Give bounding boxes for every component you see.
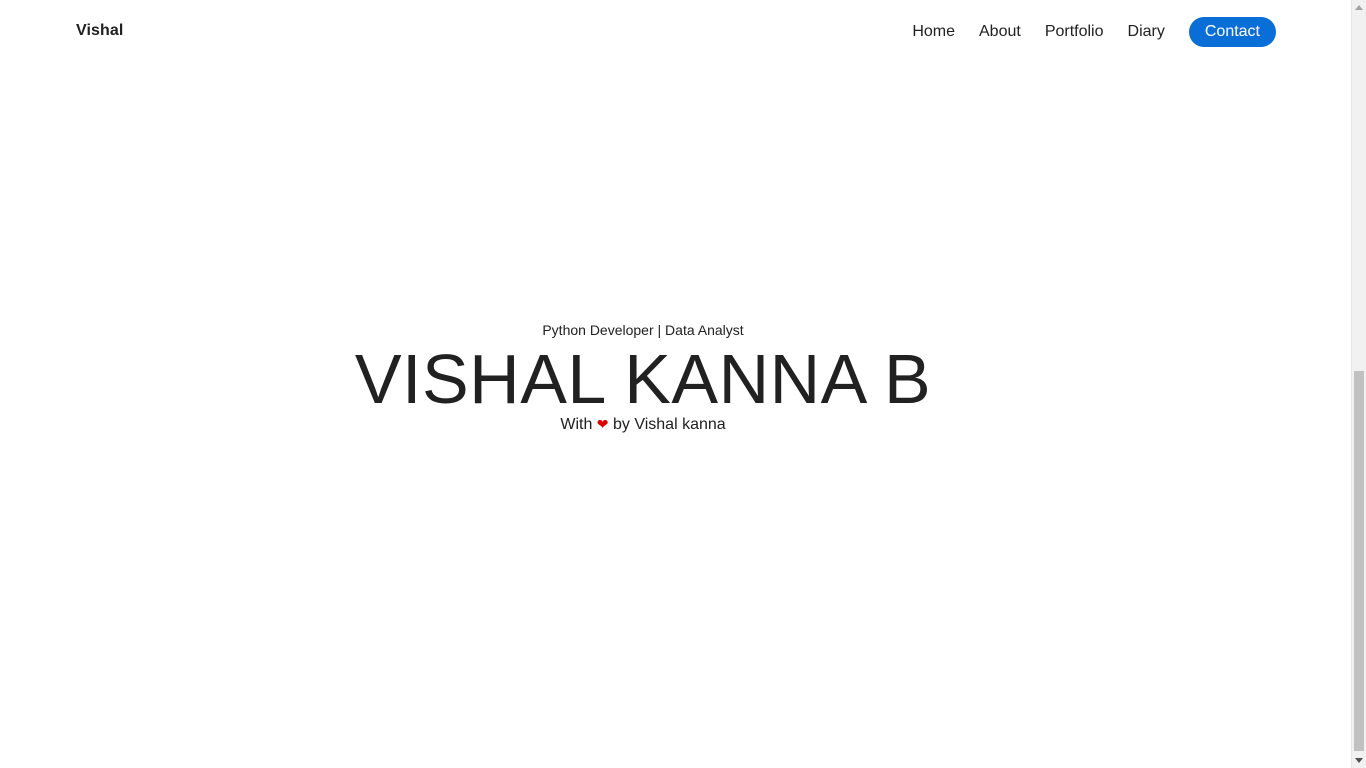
nav-links: Home About Portfolio Diary Contact	[912, 17, 1276, 47]
nav-link-portfolio[interactable]: Portfolio	[1045, 17, 1104, 47]
contact-button[interactable]: Contact	[1188, 17, 1276, 47]
nav-link-about[interactable]: About	[979, 17, 1021, 47]
scroll-down-arrow-icon[interactable]	[1355, 758, 1363, 763]
heart-icon: ❤	[596, 416, 609, 432]
hero-name-heading: VISHAL KANNA B	[354, 340, 932, 418]
vertical-scrollbar[interactable]	[1351, 0, 1366, 768]
nav-link-diary[interactable]: Diary	[1128, 17, 1165, 47]
hero-credit: With ❤ by Vishal kanna	[0, 413, 1286, 436]
navbar: Vishal Home About Portfolio Diary Contac…	[0, 0, 1351, 64]
scroll-up-arrow-icon[interactable]	[1355, 5, 1363, 10]
credit-prefix: With	[560, 416, 593, 433]
hero-section: Python Developer | Data Analyst VISHAL K…	[0, 320, 1286, 436]
nav-link-home[interactable]: Home	[912, 17, 955, 47]
page: Vishal Home About Portfolio Diary Contac…	[0, 0, 1351, 768]
scrollbar-thumb[interactable]	[1354, 371, 1364, 751]
brand-logo-link[interactable]: Vishal	[76, 22, 123, 40]
credit-suffix: by Vishal kanna	[612, 416, 726, 433]
